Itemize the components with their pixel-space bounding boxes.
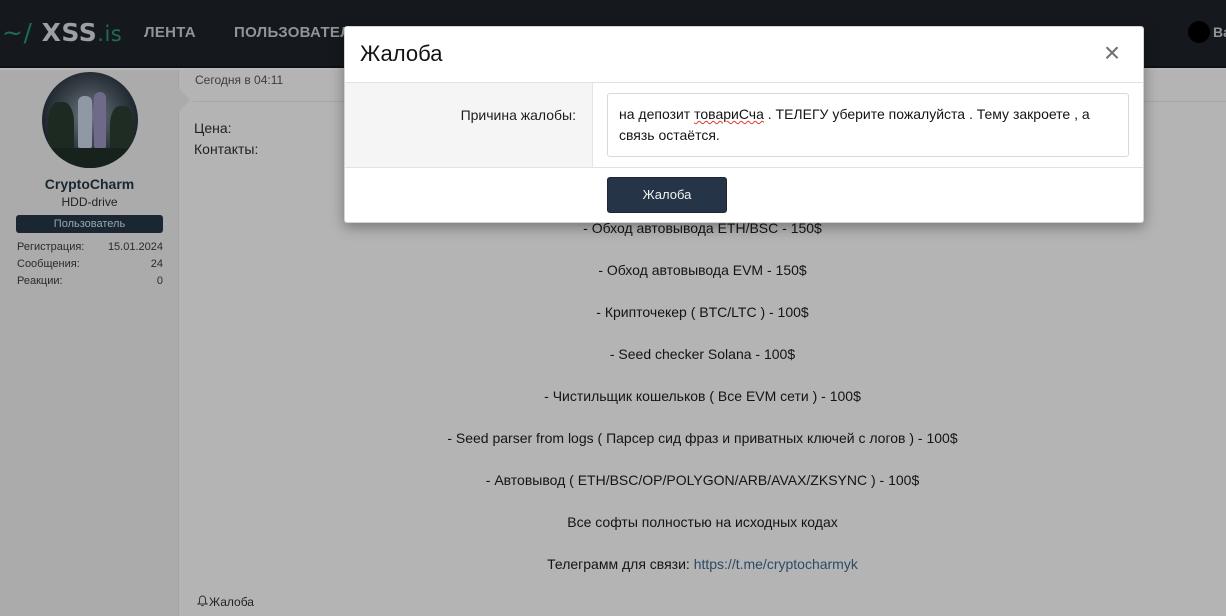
reason-text-start: на депозит — [619, 106, 695, 122]
contact-prefix: Телеграмм для связи: — [547, 556, 694, 572]
report-post-link[interactable]: Жалоба — [196, 595, 254, 609]
reason-label: Причина жалобы: — [460, 107, 576, 123]
reason-text-misspelled-word: товариСча — [694, 106, 764, 122]
avatar-figure-shape — [78, 96, 92, 148]
author-avatar[interactable] — [42, 72, 138, 168]
nav-item-users[interactable]: ПОЛЬЗОВАТЕЛ — [234, 24, 351, 41]
post-line: - Обход автовывода ETH/BSC - 150$ — [583, 220, 822, 236]
post-line: - Крипточекер ( BTC/LTC ) - 100$ — [596, 304, 809, 320]
post-line: - Автовывод ( ETH/BSC/OP/POLYGON/ARB/AVA… — [485, 472, 920, 488]
modal-footer: Жалоба — [345, 168, 1143, 223]
stat-value: 0 — [156, 275, 163, 287]
contacts-label: Контакты: — [194, 141, 259, 157]
stat-value: 24 — [150, 258, 163, 270]
post-contact-line: Телеграмм для связи: https://t.me/crypto… — [179, 554, 1226, 596]
report-link-label: Жалоба — [209, 595, 254, 609]
avatar-tree-shape — [110, 106, 134, 154]
author-title: HDD-drive — [61, 195, 118, 209]
logo-tld: .is — [97, 22, 123, 46]
post-line: - Чистильщик кошельков ( Все EVM сети ) … — [544, 388, 861, 404]
modal-title: Жалоба — [360, 41, 443, 66]
telegram-link[interactable]: https://t.me/cryptocharmyk — [694, 556, 858, 572]
stat-label: Реакции: — [17, 275, 63, 287]
author-role-badge: Пользователь — [16, 215, 163, 233]
modal-body: Причина жалобы: на депозит товариСча . Т… — [345, 83, 1143, 168]
post-line: - Seed parser from logs ( Парсер сид фра… — [447, 430, 958, 446]
reason-textarea[interactable]: на депозит товариСча . ТЕЛЕГУ уберите по… — [607, 93, 1129, 157]
avatar-figure-shape — [94, 92, 106, 148]
stat-label: Сообщения: — [17, 258, 80, 270]
author-name[interactable]: CryptoCharm — [0, 176, 179, 192]
nav-user-avatar — [1188, 21, 1210, 43]
stat-row-registration: Регистрация: 15.01.2024 — [17, 239, 163, 256]
post-author-panel: CryptoCharm HDD-drive Пользователь Регис… — [0, 70, 179, 616]
post-pointer-arrow — [178, 87, 190, 113]
post-text-list: - Обход автовывода ETH/BSC - 150$ - Обхо… — [179, 218, 1226, 596]
modal-header: Жалоба × — [345, 27, 1143, 83]
avatar-tree-shape — [48, 102, 74, 152]
post-line: - Seed checker Solana - 100$ — [609, 346, 796, 362]
post-date[interactable]: Сегодня в 04:11 — [195, 73, 283, 87]
stat-row-messages: Сообщения: 24 — [17, 256, 163, 273]
submit-report-button[interactable]: Жалоба — [607, 177, 727, 213]
post-line: - Обход автовывода EVM - 150$ — [598, 262, 807, 278]
stat-value: 15.01.2024 — [107, 241, 163, 253]
stat-label: Регистрация: — [17, 241, 85, 253]
logo-tilde: ~/ — [2, 18, 33, 47]
avatar-ground-shape — [42, 148, 138, 168]
report-modal: Жалоба × Причина жалобы: на депозит това… — [344, 26, 1144, 223]
logo-name: XSS — [41, 18, 98, 47]
price-label: Цена: — [194, 120, 232, 136]
close-icon[interactable]: × — [1100, 39, 1124, 67]
nav-user-label: Ba — [1213, 24, 1226, 40]
stat-row-reactions: Реакции: 0 — [17, 273, 163, 290]
nav-item-feed[interactable]: ЛЕНТА — [144, 24, 196, 41]
post-line: Все софты полностью на исходных кодах — [567, 514, 838, 530]
author-stats: Регистрация: 15.01.2024 Сообщения: 24 Ре… — [17, 239, 163, 290]
site-logo[interactable]: ~/ XSS.is — [2, 18, 122, 47]
reason-label-cell: Причина жалобы: — [345, 83, 593, 167]
bell-icon — [196, 595, 209, 609]
